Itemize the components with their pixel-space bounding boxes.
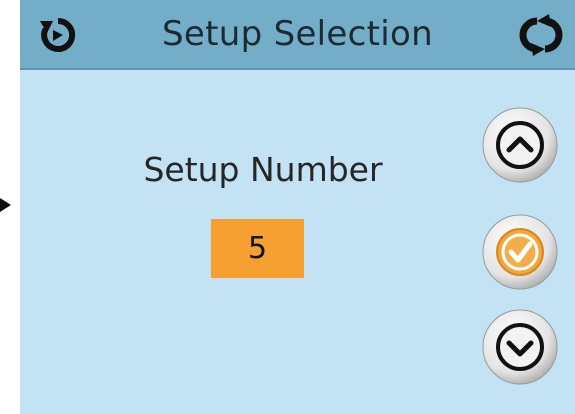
check-icon: [482, 214, 558, 290]
confirm-button[interactable]: [482, 214, 558, 290]
down-button[interactable]: [482, 309, 558, 385]
pointer-arrow-icon: [0, 198, 11, 212]
up-button[interactable]: [482, 107, 558, 183]
setup-number-label: Setup Number: [143, 150, 383, 189]
cycle-arrows-icon[interactable]: [515, 13, 567, 57]
setup-number-value-text: 5: [247, 231, 268, 266]
bottom-edge: [20, 408, 575, 414]
header-bar: Setup Selection: [20, 0, 575, 70]
chevron-down-icon: [482, 309, 558, 385]
setup-number-value[interactable]: 5: [211, 219, 304, 278]
control-panel-screen: Setup Selection Setup Number 5: [20, 0, 575, 414]
page-title: Setup Selection: [162, 14, 433, 54]
chevron-up-icon: [482, 107, 558, 183]
